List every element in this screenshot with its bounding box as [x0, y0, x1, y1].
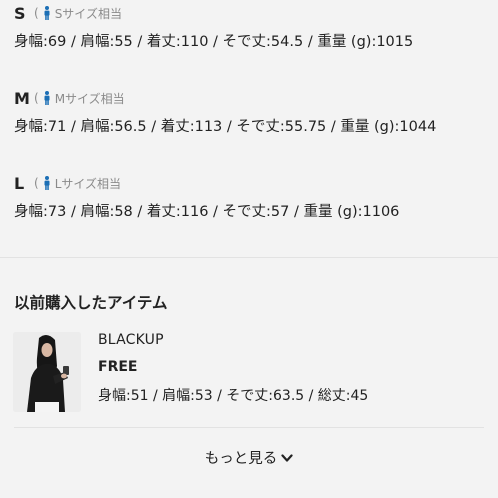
- person-photo-icon: [13, 332, 81, 412]
- show-more-button[interactable]: もっと見る: [0, 447, 498, 468]
- size-row-m: M ( Mサイズ相当 身幅:71 / 肩幅:56.5 / 着丈:113 / そで…: [14, 87, 436, 136]
- size-heading: S ( Sサイズ相当: [14, 2, 413, 24]
- size-equivalent-label: Sサイズ相当: [54, 6, 122, 21]
- chevron-down-icon: [281, 454, 293, 462]
- item-info: BLACKUP FREE 身幅:51 / 肩幅:53 / そで丈:63.5 / …: [98, 332, 368, 405]
- show-more-label: もっと見る: [204, 451, 278, 467]
- item-thumbnail[interactable]: [13, 332, 81, 412]
- item-brand: BLACKUP: [98, 332, 164, 348]
- section-divider: [0, 257, 498, 258]
- size-letter: L: [14, 173, 25, 193]
- person-icon: [44, 6, 50, 20]
- purchased-item[interactable]: BLACKUP FREE 身幅:51 / 肩幅:53 / そで丈:63.5 / …: [13, 332, 485, 414]
- person-icon: [44, 176, 50, 190]
- size-row-s: S ( Sサイズ相当 身幅:69 / 肩幅:55 / 着丈:110 / そで丈:…: [14, 2, 413, 51]
- item-divider: [14, 427, 484, 428]
- person-icon: [44, 91, 50, 105]
- size-equivalent-label: Lサイズ相当: [54, 176, 122, 191]
- size-heading: L ( Lサイズ相当: [14, 172, 399, 194]
- paren: (: [34, 91, 39, 105]
- size-measurements: 身幅:69 / 肩幅:55 / 着丈:110 / そで丈:54.5 / 重量 (…: [14, 34, 414, 50]
- size-letter: M: [14, 88, 30, 108]
- size-chart-page: S ( Sサイズ相当 身幅:69 / 肩幅:55 / 着丈:110 / そで丈:…: [0, 0, 498, 498]
- size-equivalent-label: Mサイズ相当: [54, 91, 125, 106]
- paren: (: [34, 6, 39, 20]
- item-measurements: 身幅:51 / 肩幅:53 / そで丈:63.5 / 総丈:45: [98, 388, 369, 404]
- size-letter: S: [14, 3, 26, 23]
- item-size: FREE: [98, 359, 138, 375]
- paren: (: [34, 176, 39, 190]
- size-row-l: L ( Lサイズ相当 身幅:73 / 肩幅:58 / 着丈:116 / そで丈:…: [14, 172, 399, 221]
- purchased-items-title: 以前購入したアイテム: [14, 294, 168, 312]
- size-heading: M ( Mサイズ相当: [14, 87, 436, 109]
- size-measurements: 身幅:71 / 肩幅:56.5 / 着丈:113 / そで丈:55.75 / 重…: [14, 119, 437, 135]
- size-measurements: 身幅:73 / 肩幅:58 / 着丈:116 / そで丈:57 / 重量 (g)…: [14, 204, 400, 220]
